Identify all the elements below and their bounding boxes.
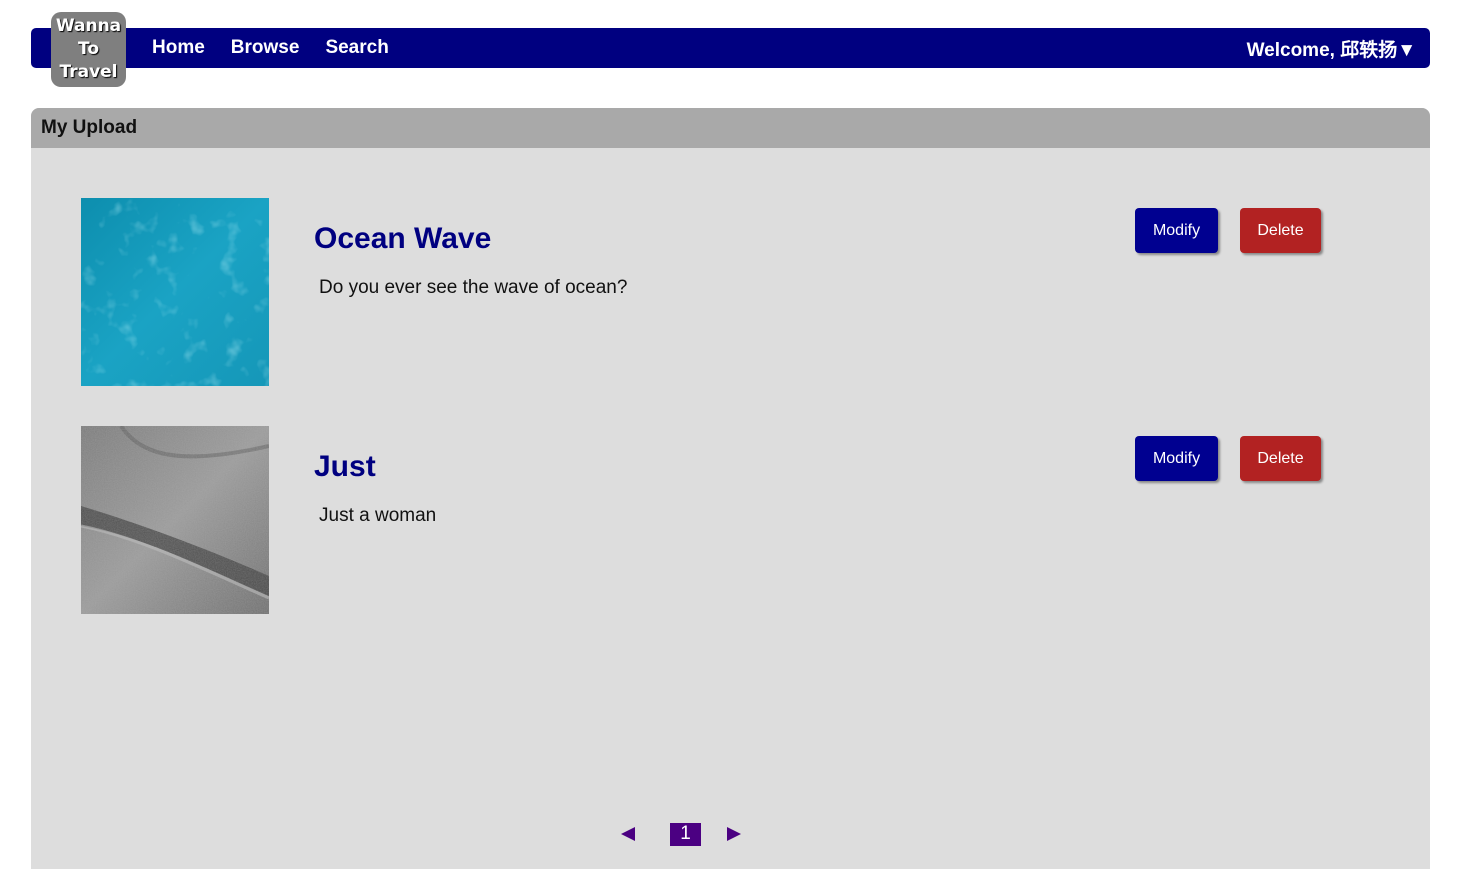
item-title[interactable]: Just bbox=[314, 450, 376, 484]
panel-title: My Upload bbox=[31, 108, 1430, 148]
upload-item: Just Just a woman Modify Delete bbox=[81, 426, 1381, 614]
nav-home-link[interactable]: Home bbox=[152, 37, 205, 59]
user-menu-dropdown[interactable]: Welcome, 邱轶扬▼ bbox=[1247, 28, 1416, 68]
modify-button[interactable]: Modify bbox=[1135, 208, 1218, 253]
ocean-wave-thumbnail[interactable] bbox=[81, 198, 269, 386]
logo-line-2: To bbox=[77, 39, 100, 59]
top-navbar: Home Browse Search Welcome, 邱轶扬▼ bbox=[31, 28, 1430, 68]
upload-item: Ocean Wave Do you ever see the wave of o… bbox=[81, 198, 1381, 386]
delete-button[interactable]: Delete bbox=[1240, 208, 1321, 253]
item-description: Do you ever see the wave of ocean? bbox=[319, 277, 628, 298]
just-thumbnail[interactable] bbox=[81, 426, 269, 614]
site-logo[interactable]: Wanna To Travel bbox=[51, 12, 126, 87]
delete-button[interactable]: Delete bbox=[1240, 436, 1321, 481]
page-number-current[interactable]: 1 bbox=[670, 822, 701, 846]
nav-browse-link[interactable]: Browse bbox=[231, 37, 300, 59]
previous-page-icon[interactable] bbox=[621, 827, 635, 841]
pagination: 1 bbox=[616, 822, 741, 846]
nav-links: Home Browse Search bbox=[152, 28, 415, 68]
next-page-icon[interactable] bbox=[727, 827, 741, 841]
my-upload-panel: My Upload Ocean Wave Do you ever see the… bbox=[31, 108, 1430, 869]
logo-line-1: Wanna bbox=[55, 16, 122, 36]
item-title[interactable]: Ocean Wave bbox=[314, 222, 491, 256]
item-description: Just a woman bbox=[319, 505, 437, 526]
modify-button[interactable]: Modify bbox=[1135, 436, 1218, 481]
logo-line-3: Travel bbox=[59, 62, 118, 82]
nav-search-link[interactable]: Search bbox=[325, 37, 388, 59]
